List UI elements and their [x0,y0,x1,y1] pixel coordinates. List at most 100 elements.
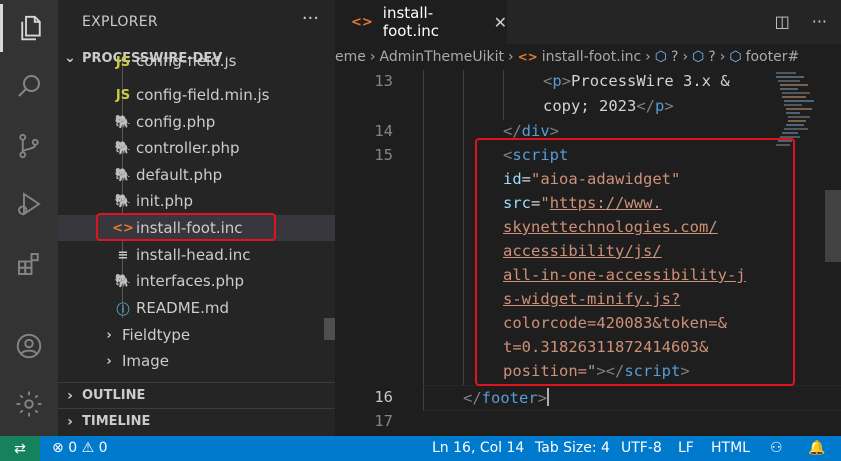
file-label: default.php [136,166,223,184]
highlight-box [475,138,795,386]
chevron-right-icon: › [682,49,689,65]
tab-bar: <> install-foot.inc ✕ ◫ ··· [335,0,841,44]
notifications-bell-icon[interactable]: 🔔 [808,440,825,456]
more-actions-icon[interactable]: ··· [302,8,319,29]
chevron-right-icon: › [508,49,514,65]
indent-guide [463,70,464,385]
account-icon[interactable] [0,322,58,370]
error-icon: ⊗ [52,440,64,456]
timeline-label: TIMELINE [82,414,151,429]
file-label: controller.php [136,139,240,157]
chevron-right-icon: › [67,413,73,430]
explorer-icon[interactable] [0,4,58,52]
problems-indicator[interactable]: ⊗ 0 ⚠ 0 [52,440,108,456]
php-file-icon: 🐘 [114,193,132,209]
file-label: README.md [136,299,230,317]
php-file-icon: 🐘 [114,114,132,130]
file-label: interfaces.php [136,272,245,290]
folder-label: Fieldtype [122,326,191,344]
outline-header[interactable]: › OUTLINE [58,382,335,408]
file-item[interactable]: JS config-field.min.js [58,82,335,108]
sidebar-scrollbar[interactable] [324,318,335,340]
folder-item[interactable]: › Image [58,348,335,374]
file-label: init.php [136,192,194,210]
js-file-icon: JS [115,56,131,70]
file-item[interactable]: JS config-field.js [58,56,335,70]
php-file-icon: 🐘 [114,273,132,289]
tab-label: install-foot.inc [382,4,440,40]
timeline-header[interactable]: › TIMELINE [58,408,335,434]
split-editor-icon[interactable]: ◫ [775,12,790,31]
code-editor[interactable]: 13 14 15 16 17 <p>ProcessWire 3.x & copy… [335,70,841,436]
minimap[interactable] [770,70,825,160]
extensions-icon[interactable] [0,240,58,288]
folder-item[interactable]: › Fieldtype [58,322,335,348]
chevron-right-icon: › [106,327,112,343]
language-mode[interactable]: HTML [711,440,750,456]
folder-label: Image [122,352,169,370]
warning-count: 0 [98,440,108,456]
file-item[interactable]: 🐘 interfaces.php [58,268,335,294]
more-actions-icon[interactable]: ··· [812,12,827,31]
breadcrumb-item[interactable]: footer# [746,49,800,65]
text-file-icon: ≡ [117,247,129,263]
outline-label: OUTLINE [82,388,146,403]
tab-install-foot[interactable]: <> install-foot.inc ✕ [335,0,507,44]
explorer-title: EXPLORER [82,14,158,30]
file-item[interactable]: ≡ install-head.inc [58,242,335,268]
search-icon[interactable] [0,62,58,110]
indent-guide [423,70,424,410]
highlight-box [96,213,276,241]
chevron-right-icon: › [645,49,651,65]
breadcrumb: eme › AdminThemeUikit › <> install-foot.… [335,44,841,70]
breadcrumb-item[interactable]: AdminThemeUikit [379,49,504,65]
element-icon: ⬡ [729,49,742,65]
file-item[interactable]: 🐘 default.php [58,162,335,188]
error-count: 0 [68,440,78,456]
chevron-right-icon: › [369,49,376,65]
html-file-icon: <> [351,14,373,30]
editor-scrollbar[interactable] [825,190,841,262]
editor-actions: ◫ ··· [775,12,827,31]
chevron-right-icon: › [106,353,112,369]
breadcrumb-item[interactable]: ? [671,49,678,65]
indent-guide [503,70,504,120]
line-number: 16 [374,388,393,406]
line-ending[interactable]: LF [678,440,694,456]
settings-gear-icon[interactable] [0,380,58,428]
status-bar: ⇄ ⊗ 0 ⚠ 0 Ln 16, Col 14 Tab Size: 4 UTF-… [0,436,841,461]
line-number: 15 [374,146,393,164]
encoding[interactable]: UTF-8 [621,440,662,456]
breadcrumb-item[interactable]: eme [335,49,366,65]
php-file-icon: 🐘 [114,140,132,156]
close-icon[interactable]: ✕ [494,13,507,32]
element-icon: ⬡ [654,49,667,65]
code-line: copy; 2023</p> [543,97,674,115]
js-file-icon: JS [115,87,131,103]
run-debug-icon[interactable] [0,180,58,228]
line-number: 13 [374,72,393,90]
source-control-icon[interactable] [0,122,58,170]
code-line: </footer> [463,388,550,407]
file-item[interactable]: 🐘 init.php [58,188,335,214]
feedback-icon[interactable]: ⚇ [770,440,783,456]
text-cursor [547,388,550,406]
explorer-sidebar: EXPLORER ··· ⌄ PROCESSWIRE-DEV JS config… [58,0,335,436]
info-file-icon: ⓘ [116,302,130,318]
breadcrumb-item[interactable]: ? [708,49,715,65]
cursor-position[interactable]: Ln 16, Col 14 [432,440,524,456]
file-item[interactable]: 🐘 config.php [58,109,335,135]
file-label: config.php [136,113,216,131]
file-label: config-field.min.js [136,86,270,104]
breadcrumb-item[interactable]: install-foot.inc [542,49,641,65]
file-item[interactable]: ⓘ README.md [58,295,335,321]
element-icon: ⬡ [692,49,705,65]
php-file-icon: 🐘 [114,167,132,183]
activity-bar [0,0,58,436]
tab-size[interactable]: Tab Size: 4 [535,440,610,456]
file-item[interactable]: 🐘 controller.php [58,135,335,161]
remote-indicator-icon[interactable]: ⇄ [0,436,40,461]
html-file-icon: <> [517,50,538,64]
warning-icon: ⚠ [81,440,95,456]
chevron-right-icon: › [719,49,726,65]
